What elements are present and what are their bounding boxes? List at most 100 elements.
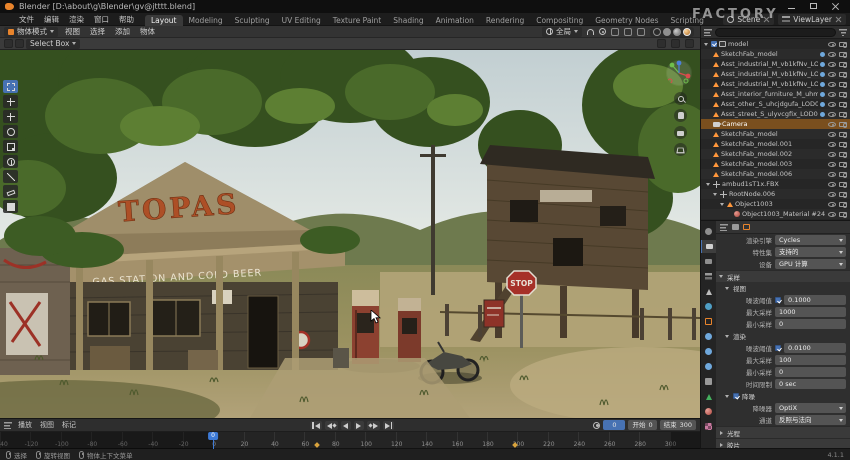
viewport-menu-添加[interactable]: 添加 [110,26,135,37]
property-value[interactable]: GPU 计算 [775,259,846,269]
visibility-eye-icon[interactable] [828,102,836,107]
shading-rendered-button[interactable] [683,28,691,36]
tab-layout[interactable]: Layout [145,15,183,26]
expand-icon[interactable] [705,183,711,186]
render-visibility-icon[interactable] [839,72,847,77]
tool-option-icon[interactable] [15,39,24,48]
outliner-row-rootnode-006[interactable]: RootNode.006 [701,189,850,199]
outliner-row-asst-industrial-m-vb1kfnv-lod0-002[interactable]: Asst_industrial_M_vb1kfNv_LOD0.002 [701,79,850,89]
property-value[interactable]: 0 [775,319,846,329]
navigation-gizmo[interactable] [666,60,692,86]
add-cube-tool[interactable] [3,200,18,213]
shading-solid-button[interactable] [663,28,671,36]
visibility-eye-icon[interactable] [828,192,836,197]
physics-properties-tab[interactable] [701,360,716,373]
property-value[interactable]: 100 [775,355,846,365]
outliner-row-sketchfab-model-001[interactable]: SketchFab_model.001 [701,139,850,149]
rotate-tool[interactable] [3,125,18,138]
visibility-eye-icon[interactable] [828,152,836,157]
visibility-eye-icon[interactable] [828,212,836,217]
viewport-menu-选择[interactable]: 选择 [85,26,110,37]
visibility-eye-icon[interactable] [828,142,836,147]
visibility-eye-icon[interactable] [828,132,836,137]
render-visibility-icon[interactable] [839,182,847,187]
tab-sculpting[interactable]: Sculpting [229,15,276,26]
render-visibility-icon[interactable] [839,202,847,207]
subsection-渲染[interactable]: 渲染 [716,330,850,342]
viewport-3d[interactable]: 物体模式 视图选择添加物体 全局 Sele [0,26,700,418]
section-胶片[interactable]: 胶片 [716,438,850,448]
tab-uv-editing[interactable]: UV Editing [276,15,327,26]
subsection-降噪[interactable]: 降噪 [716,390,850,402]
property-value[interactable]: Cycles [775,235,846,245]
transform-tool[interactable] [3,155,18,168]
outliner-row-sketchfab-model-003[interactable]: SketchFab_model.003 [701,159,850,169]
tool-option-icon[interactable] [4,39,13,48]
minimize-button[interactable] [786,2,798,11]
property-value[interactable]: 1000 [775,307,846,317]
menu-文件[interactable]: 文件 [14,14,39,25]
xray-toggle-icon[interactable] [637,28,645,36]
orientation-dropdown[interactable]: 全局 [542,27,582,37]
shading-wireframe-button[interactable] [653,28,661,36]
render-visibility-icon[interactable] [839,52,847,57]
visibility-eye-icon[interactable] [828,112,836,117]
auto-key-record-icon[interactable] [593,422,600,429]
snap-magnet-icon[interactable] [587,29,594,35]
frame-start-field[interactable]: 开始 0 [628,420,656,430]
render-visibility-icon[interactable] [839,192,847,197]
render-visibility-icon[interactable] [839,172,847,177]
visibility-eye-icon[interactable] [828,82,836,87]
visibility-eye-icon[interactable] [828,122,836,127]
outliner-row-asst-industrial-m-vb1kfnv-lod0[interactable]: Asst_industrial_M_vb1kfNv_LOD0 [701,59,850,69]
outliner-row-asst-other-s-uhcjdgufa-lod0[interactable]: Asst_other_S_uhcjdgufa_LOD0 [701,99,850,109]
viewport-render[interactable]: WATER TANK [0,50,700,418]
menu-编辑[interactable]: 编辑 [39,14,64,25]
proportional-edit-icon[interactable] [599,28,606,35]
tab-animation[interactable]: Animation [430,15,480,26]
tab-shading[interactable]: Shading [387,15,429,26]
outliner-row-sketchfab-model[interactable]: SketchFab_model [701,129,850,139]
view-layer-properties-tab[interactable] [701,270,716,283]
render-visibility-icon[interactable] [839,212,847,217]
property-value[interactable]: 0 sec [775,379,846,389]
visibility-eye-icon[interactable] [828,202,836,207]
section-光程[interactable]: 光程 [716,426,850,438]
timeline-menu-标记[interactable]: 标记 [58,420,80,430]
expand-icon[interactable] [712,193,718,196]
outliner-row-asst-interior-furniture-m-uhmfhsaw-lod[interactable]: Asst_interior_furniture_M_uhmfhsaw_LOD [701,89,850,99]
subsection-checkbox[interactable] [733,393,739,399]
expand-icon[interactable] [719,203,725,206]
render-visibility-icon[interactable] [839,122,847,127]
property-value[interactable]: 0 [775,367,846,377]
persp-nav-button[interactable] [674,143,687,156]
outliner-collection-row[interactable]: model [701,39,850,49]
outliner-row-sketchfab-model[interactable]: SketchFab_model [701,49,850,59]
render-visibility-icon[interactable] [839,112,847,117]
outliner-row-asst-industrial-m-vb1kfnv-lod0-001[interactable]: Asst_industrial_M_vb1kfNv_LOD0.001 [701,69,850,79]
outliner-row-asst-street-s-ulyvcgfix-lod0[interactable]: Asst_street_S_ulyvcgfix_LOD0 [701,109,850,119]
show-overlays-icon[interactable] [624,28,632,36]
menu-渲染[interactable]: 渲染 [64,14,89,25]
tab-texture-paint[interactable]: Texture Paint [327,15,387,26]
output-properties-tab[interactable] [701,255,716,268]
render-visibility-icon[interactable] [839,82,847,87]
frame-end-field[interactable]: 结束 300 [660,420,696,430]
cam-nav-button[interactable] [674,126,687,139]
close-button[interactable] [830,2,842,11]
select-tool-dropdown[interactable]: Select Box [26,39,80,49]
viewport-menu-物体[interactable]: 物体 [135,26,160,37]
render-visibility-icon[interactable] [839,162,847,167]
render-visibility-icon[interactable] [839,102,847,107]
render-visibility-icon[interactable] [839,142,847,147]
render-visibility-icon[interactable] [839,152,847,157]
jump-start-button[interactable] [310,421,322,430]
property-checkbox[interactable] [775,297,781,303]
texture-properties-tab[interactable] [701,420,716,433]
outliner-row-ambud1st1x-fbx[interactable]: ambud1sT1x.FBX [701,179,850,189]
next-keyframe-button[interactable] [367,421,380,430]
filter-icon[interactable] [839,29,847,36]
visibility-eye-icon[interactable] [828,42,836,47]
tab-geometry-nodes[interactable]: Geometry Nodes [589,15,664,26]
tab-modeling[interactable]: Modeling [183,15,229,26]
